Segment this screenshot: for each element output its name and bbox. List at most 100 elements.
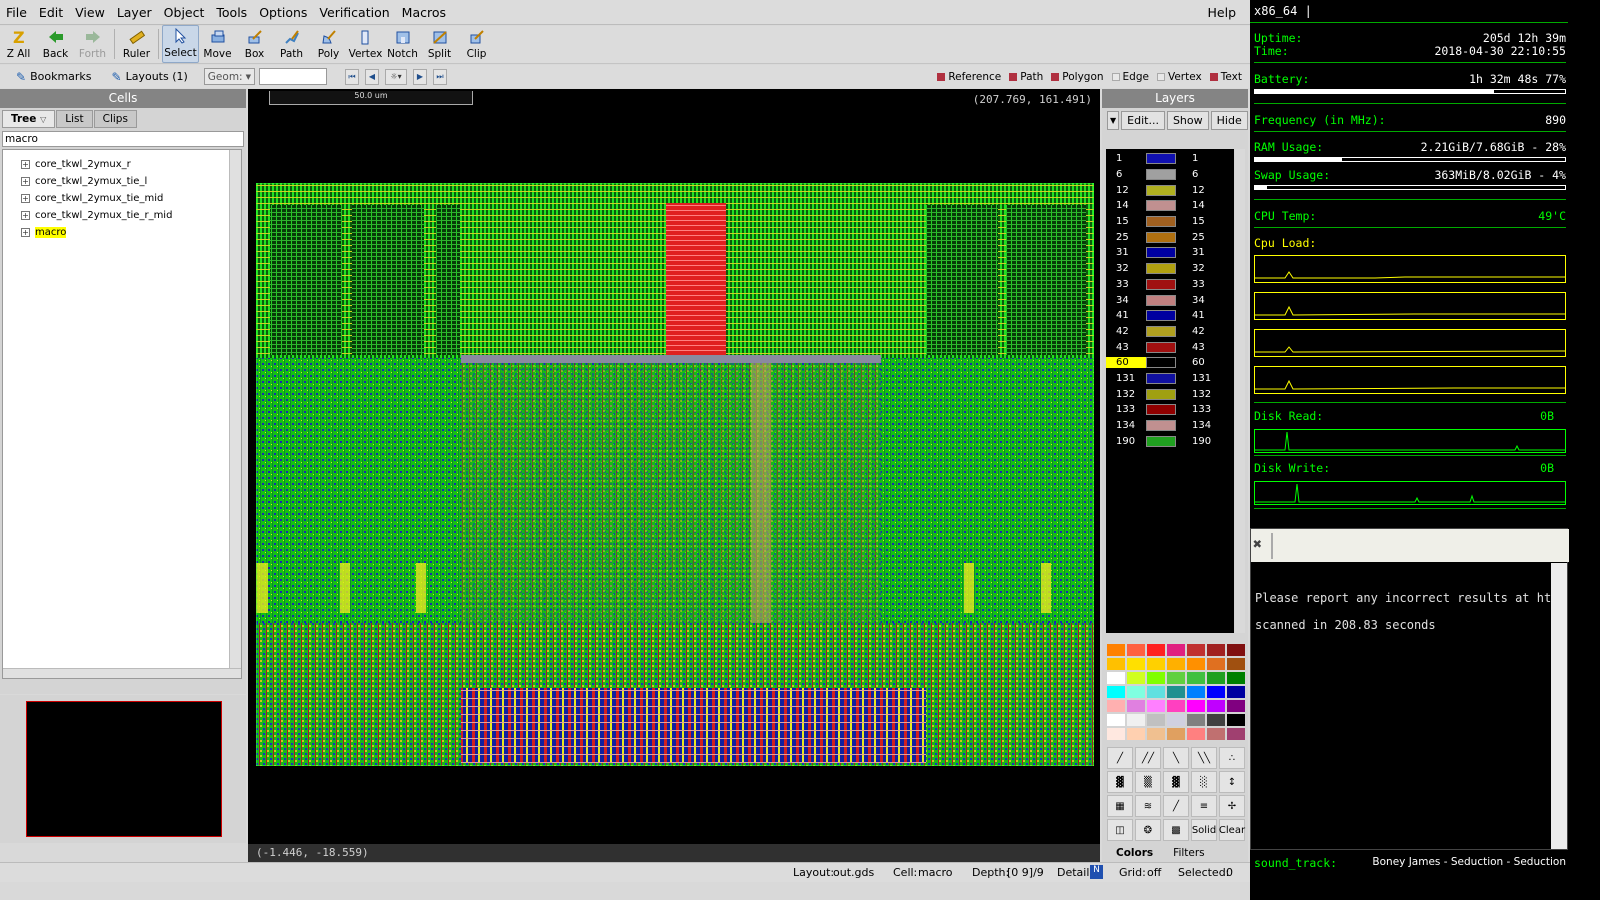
color-swatch[interactable]	[1226, 643, 1246, 657]
color-swatch[interactable]	[1126, 657, 1146, 671]
color-swatch[interactable]	[1146, 643, 1166, 657]
expand-icon[interactable]: +	[21, 160, 30, 169]
color-swatch[interactable]	[1146, 685, 1166, 699]
color-swatch[interactable]	[1106, 685, 1126, 699]
menu-options[interactable]: Options	[253, 0, 313, 25]
color-swatch[interactable]	[1166, 643, 1186, 657]
color-swatch[interactable]	[1186, 643, 1206, 657]
color-swatch[interactable]	[1106, 699, 1126, 713]
menu-layer[interactable]: Layer	[111, 0, 158, 25]
tree-item[interactable]: + core_tkwl_2ymux_r	[3, 156, 241, 173]
color-swatch[interactable]	[1206, 727, 1226, 741]
terminal-scrollbar[interactable]	[1551, 563, 1567, 849]
color-swatch[interactable]	[1186, 713, 1206, 727]
tree-item[interactable]: + core_tkwl_2ymux_tie_mid	[3, 190, 241, 207]
color-swatch[interactable]	[1146, 671, 1166, 685]
stipple-pattern[interactable]: ▓	[1163, 771, 1189, 793]
menu-edit[interactable]: Edit	[33, 0, 69, 25]
move-button[interactable]: Move	[199, 25, 236, 63]
layer-row[interactable]: 33 33	[1106, 277, 1234, 293]
path-button[interactable]: Path	[273, 25, 310, 63]
legend-vertex[interactable]: Vertex	[1156, 71, 1202, 83]
menu-help[interactable]: Help	[1202, 0, 1243, 25]
legend-edge[interactable]: Edge	[1111, 71, 1149, 83]
color-swatch[interactable]	[1166, 699, 1186, 713]
stipple-pattern[interactable]: ↕	[1219, 771, 1245, 793]
color-swatch[interactable]	[1146, 657, 1166, 671]
layer-row[interactable]: 14 14	[1106, 198, 1234, 214]
stipple-pattern[interactable]: ✢	[1219, 795, 1245, 817]
layouts-button[interactable]: ✎ Layouts (1)	[106, 70, 194, 84]
stipple-pattern[interactable]: ∴	[1219, 747, 1245, 769]
clip-button[interactable]: Clip	[458, 25, 495, 63]
color-swatch[interactable]	[1206, 685, 1226, 699]
color-swatch[interactable]	[1146, 713, 1166, 727]
expand-icon[interactable]: +	[21, 194, 30, 203]
layout-canvas[interactable]: 50.0 um (207.769, 161.491)	[248, 89, 1100, 844]
color-swatch[interactable]	[1106, 671, 1126, 685]
vertex-button[interactable]: Vertex	[347, 25, 384, 63]
layer-row[interactable]: 42 42	[1106, 324, 1234, 340]
legend-reference[interactable]: Reference	[937, 71, 1001, 83]
color-swatch[interactable]	[1126, 699, 1146, 713]
tree-item[interactable]: + core_tkwl_2ymux_tie_r_mid	[3, 207, 241, 224]
tab-tree[interactable]: Tree ▽	[2, 110, 56, 128]
chip-layout[interactable]	[256, 183, 1094, 766]
stipple-pattern[interactable]: ╱	[1163, 795, 1189, 817]
split-button[interactable]: Split	[421, 25, 458, 63]
legend-text[interactable]: Text	[1209, 71, 1242, 83]
color-swatch[interactable]	[1186, 657, 1206, 671]
color-swatch[interactable]	[1186, 727, 1206, 741]
color-swatch[interactable]	[1126, 727, 1146, 741]
geom-combo[interactable]: Geom: ▼	[203, 68, 255, 85]
color-swatch[interactable]	[1106, 713, 1126, 727]
color-swatch[interactable]	[1166, 657, 1186, 671]
stipple-pattern[interactable]: ╱	[1107, 747, 1133, 769]
terminal-window[interactable]: ✖ Please report any incorrect results at…	[1250, 528, 1569, 850]
cell-tree[interactable]: + core_tkwl_2ymux_r + core_tkwl_2ymux_tie_…	[2, 149, 242, 679]
cell-tree-scrollbar[interactable]	[229, 150, 241, 678]
forth-button[interactable]: Forth	[74, 25, 111, 63]
color-swatch[interactable]	[1106, 643, 1126, 657]
select-button[interactable]: Select	[162, 25, 199, 63]
menu-view[interactable]: View	[69, 0, 111, 25]
cell-tree-hscrollbar[interactable]	[3, 668, 241, 678]
layer-row[interactable]: 134 134	[1106, 418, 1234, 434]
stipple-pattern[interactable]: ░	[1191, 771, 1217, 793]
legend-path[interactable]: Path	[1009, 71, 1043, 83]
menu-verification[interactable]: Verification	[313, 0, 395, 25]
stipple-pattern[interactable]: ◫	[1107, 819, 1133, 841]
stipple-pattern[interactable]: ≋	[1135, 795, 1161, 817]
color-swatch[interactable]	[1226, 727, 1246, 741]
show-layer-button[interactable]: Show	[1166, 111, 1209, 130]
layer-row[interactable]: 31 31	[1106, 245, 1234, 261]
layer-row[interactable]: 132 132	[1106, 386, 1234, 402]
color-swatch[interactable]	[1106, 727, 1126, 741]
color-swatch[interactable]	[1206, 671, 1226, 685]
color-swatch[interactable]	[1226, 671, 1246, 685]
layer-row[interactable]: 34 34	[1106, 292, 1234, 308]
color-swatch[interactable]	[1186, 671, 1206, 685]
layer-row[interactable]: 131 131	[1106, 371, 1234, 387]
color-swatch[interactable]	[1186, 685, 1206, 699]
close-icon[interactable]: ✖	[1253, 537, 1267, 552]
tab-filters[interactable]: Filters	[1163, 845, 1214, 861]
layer-row[interactable]: 11	[1106, 151, 1234, 167]
tree-item-selected[interactable]: + macro	[3, 224, 241, 241]
color-swatch[interactable]	[1166, 713, 1186, 727]
ruler-button[interactable]: Ruler	[118, 25, 155, 63]
back-button[interactable]: Back	[37, 25, 74, 63]
box-button[interactable]: Box	[236, 25, 273, 63]
color-swatch[interactable]	[1126, 713, 1146, 727]
first-frame-icon[interactable]: ⏮	[344, 68, 359, 85]
color-swatch[interactable]	[1166, 727, 1186, 741]
stipple-pattern[interactable]: ❂	[1135, 819, 1161, 841]
detail-icon[interactable]: N	[1090, 865, 1103, 879]
geom-input[interactable]	[258, 68, 327, 85]
tab-colors[interactable]: Colors	[1106, 845, 1163, 861]
layer-row[interactable]: 190 190	[1106, 433, 1234, 449]
color-swatch[interactable]	[1106, 657, 1126, 671]
color-swatch[interactable]	[1146, 727, 1166, 741]
expand-icon[interactable]: +	[21, 228, 30, 237]
layer-row[interactable]: 12 12	[1106, 182, 1234, 198]
